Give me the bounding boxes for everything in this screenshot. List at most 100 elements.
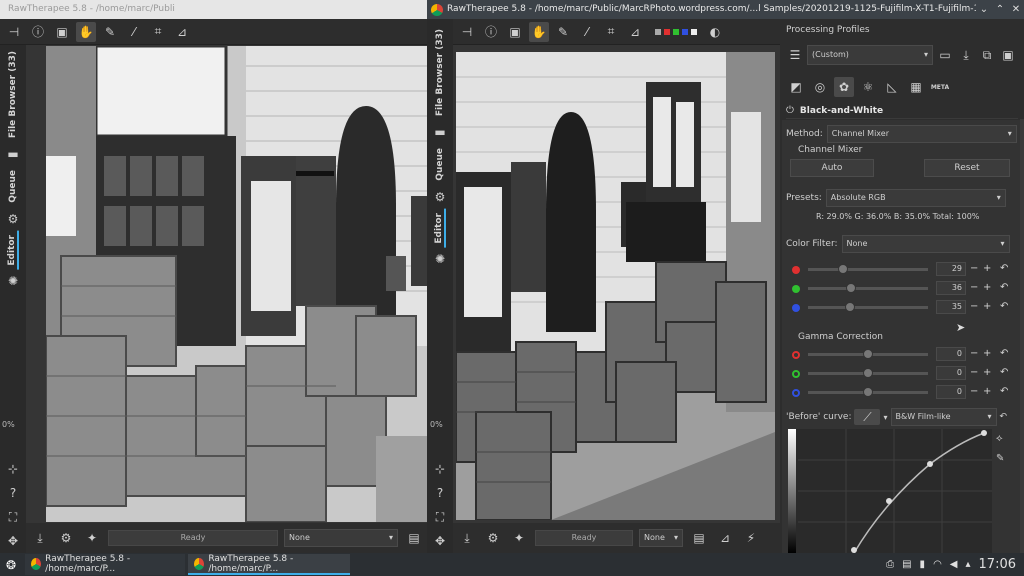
help-icon[interactable]: ?	[431, 484, 449, 502]
copy-profile-icon[interactable]: ⧉	[978, 45, 996, 65]
battery-icon[interactable]: ▮	[920, 559, 926, 570]
profile-select[interactable]: (Custom)	[807, 45, 933, 65]
info-icon[interactable]: ⓘ	[28, 22, 48, 42]
volume-icon[interactable]: ◀	[950, 559, 958, 570]
save-icon[interactable]: ⤓	[30, 528, 50, 548]
maximize-icon[interactable]: ⌃	[992, 0, 1008, 19]
method-select[interactable]: Channel Mixer	[826, 125, 1017, 143]
curve-type-icon[interactable]: ⟋	[854, 409, 881, 425]
clipboard-icon[interactable]: ▤	[902, 559, 911, 570]
green-slider[interactable]	[808, 287, 928, 290]
gamma-green-value[interactable]: 0	[936, 366, 966, 380]
soft-proof-icon[interactable]: ⊿	[715, 528, 735, 548]
green-increment[interactable]: +	[983, 281, 991, 295]
green-slider-knob[interactable]	[846, 283, 857, 293]
blue-increment[interactable]: +	[983, 300, 991, 314]
tab-file-browser[interactable]: File Browser (33)	[435, 25, 445, 120]
tab-queue[interactable]: Queue	[8, 166, 18, 207]
detail-tab-icon[interactable]: ◎	[810, 77, 830, 97]
gamma-green-decrement[interactable]: −	[970, 366, 978, 380]
tray-expand-icon[interactable]: ▴	[966, 559, 971, 570]
crop-icon[interactable]: ⌗	[148, 22, 168, 42]
exposure-tab-icon[interactable]: ◩	[786, 77, 806, 97]
gamma-red-knob[interactable]	[863, 349, 873, 359]
gamma-blue-reset-icon[interactable]: ↶	[1000, 385, 1008, 399]
save-profile-icon[interactable]: ⤓	[957, 45, 975, 65]
save-icon[interactable]: ⤓	[457, 528, 477, 548]
send-editor-icon[interactable]: ✦	[82, 528, 102, 548]
layers-icon[interactable]: ▤	[404, 528, 424, 548]
before-after-icon[interactable]: ▣	[505, 22, 525, 42]
tab-editor[interactable]: Editor	[434, 208, 446, 248]
tab-queue[interactable]: Queue	[435, 144, 445, 185]
reset-button[interactable]: Reset	[924, 159, 1010, 177]
power-icon[interactable]: ⏻	[786, 105, 794, 116]
gamma-blue-increment[interactable]: +	[983, 385, 991, 399]
red-increment[interactable]: +	[983, 262, 991, 276]
profile-list-icon[interactable]: ☰	[786, 45, 804, 65]
blue-reset-icon[interactable]: ↶	[1000, 300, 1008, 314]
straighten-icon[interactable]: ⊿	[172, 22, 192, 42]
task-rawtherapee-1[interactable]: RawTherapee 5.8 - /home/marc/P...	[25, 554, 185, 575]
preview-image[interactable]	[46, 46, 428, 522]
queue-add-icon[interactable]: ⚙	[483, 528, 503, 548]
curve-picker-icon[interactable]: ✎	[996, 453, 1004, 464]
raw-tab-icon[interactable]: ▦	[906, 77, 926, 97]
color-tab-icon[interactable]: ✿	[834, 77, 854, 97]
wifi-icon[interactable]: ◠	[933, 559, 942, 570]
edit-points-icon[interactable]: ⟡	[996, 433, 1003, 444]
curve-reset-icon[interactable]: ↶	[1000, 412, 1008, 422]
presets-select[interactable]: Absolute RGB	[825, 189, 1006, 207]
crop-icon[interactable]: ⌗	[601, 22, 621, 42]
paste-profile-icon[interactable]: ▣	[999, 45, 1017, 65]
green-value[interactable]: 36	[936, 281, 966, 295]
white-balance-icon[interactable]: ⁄	[124, 22, 144, 42]
gamma-green-reset-icon[interactable]: ↶	[1000, 366, 1008, 380]
white-balance-icon[interactable]: ⁄	[577, 22, 597, 42]
channel-luminance-icon[interactable]	[691, 28, 697, 35]
move-icon[interactable]: ✥	[431, 532, 449, 550]
color-filter-select[interactable]: None	[841, 235, 1010, 253]
red-slider-knob[interactable]	[837, 264, 848, 274]
blue-decrement[interactable]: −	[970, 300, 978, 314]
hand-tool-icon[interactable]: ✋	[76, 21, 96, 42]
channel-blue-icon[interactable]	[682, 28, 688, 35]
gamut-warning-icon[interactable]: ⚡	[741, 528, 761, 548]
channel-red-icon[interactable]	[664, 28, 670, 35]
add-icon[interactable]: ⊹	[4, 460, 22, 478]
curve-preset-select[interactable]: B&W Film-like	[890, 408, 997, 426]
green-reset-icon[interactable]: ↶	[1000, 281, 1008, 295]
tab-editor[interactable]: Editor	[7, 230, 19, 270]
task-rawtherapee-2[interactable]: RawTherapee 5.8 - /home/marc/P...	[188, 554, 350, 575]
advanced-tab-icon[interactable]: ⚛	[858, 77, 878, 97]
move-icon[interactable]: ✥	[4, 532, 22, 550]
gamma-red-increment[interactable]: +	[983, 347, 991, 361]
open-profile-icon[interactable]: ▭	[936, 45, 954, 65]
preview-image[interactable]	[456, 52, 775, 520]
color-picker-icon[interactable]: ✎	[553, 22, 573, 42]
output-profile-select[interactable]: None	[284, 529, 398, 547]
clock[interactable]: 17:06	[979, 557, 1016, 572]
close-icon[interactable]: ✕	[1008, 0, 1024, 19]
fullscreen-icon[interactable]: ⛶	[431, 508, 449, 526]
channel-green-icon[interactable]	[673, 28, 679, 35]
gamma-blue-knob[interactable]	[863, 387, 873, 397]
app-launcher-icon[interactable]: ❂	[0, 554, 22, 576]
channel-rgb-icon[interactable]	[655, 28, 661, 35]
info-icon[interactable]: ⓘ	[481, 22, 501, 42]
red-slider[interactable]	[808, 268, 928, 271]
color-picker-icon[interactable]: ✎	[100, 22, 120, 42]
before-after-icon[interactable]: ▣	[52, 22, 72, 42]
blue-slider-knob[interactable]	[845, 302, 855, 312]
green-decrement[interactable]: −	[970, 281, 978, 295]
send-editor-icon[interactable]: ✦	[509, 528, 529, 548]
print-icon[interactable]: ⎙	[886, 559, 894, 570]
gamma-red-decrement[interactable]: −	[970, 347, 978, 361]
layers-icon[interactable]: ▤	[689, 528, 709, 548]
tab-file-browser[interactable]: File Browser (33)	[8, 47, 18, 142]
hand-tool-icon[interactable]: ✋	[529, 21, 549, 42]
red-reset-icon[interactable]: ↶	[1000, 262, 1008, 276]
add-icon[interactable]: ⊹	[431, 460, 449, 478]
help-icon[interactable]: ?	[4, 484, 22, 502]
minimize-icon[interactable]: ⌄	[976, 0, 992, 19]
